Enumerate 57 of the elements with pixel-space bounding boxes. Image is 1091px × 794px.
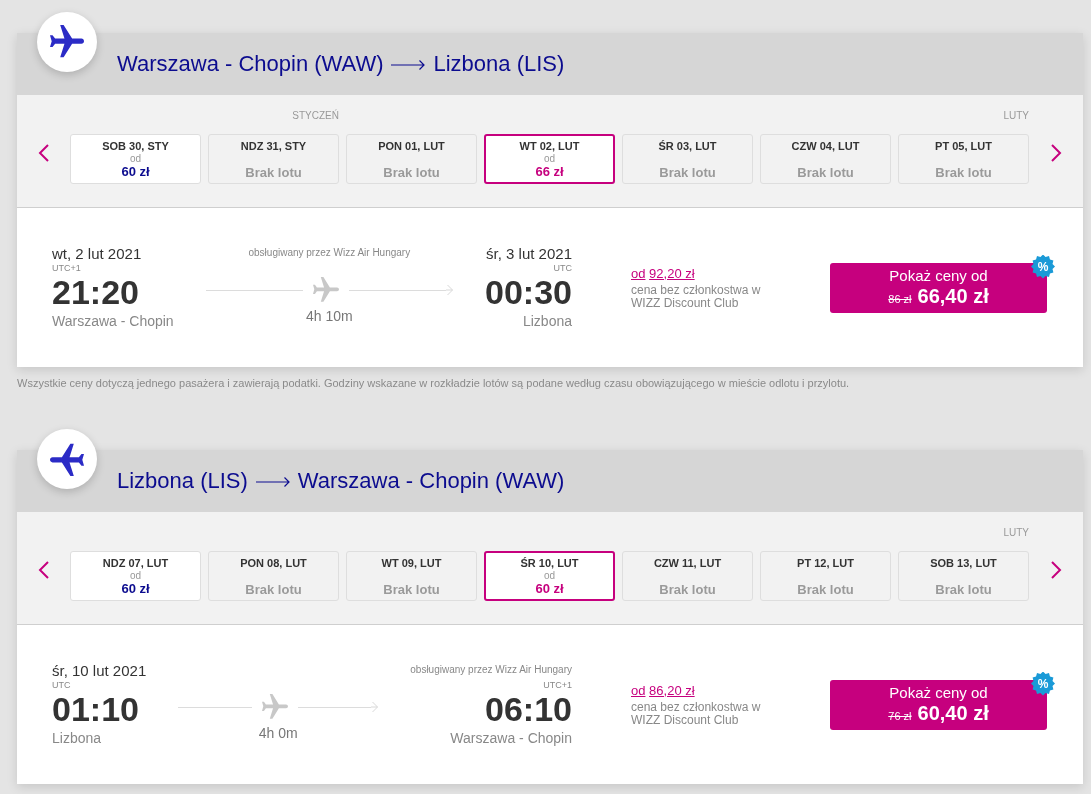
arrival-timezone: UTC+1 [543,680,572,691]
route-origin: Lizbona (LIS) [117,468,248,494]
duration-text: 4h 0m [258,725,298,742]
long-arrow-icon [391,59,426,71]
arrival-date: śr, 3 lut 2021 [486,245,572,263]
arrival-airport: Lizbona [522,313,572,330]
departure-time: 01:10 [52,691,139,727]
date-tab[interactable]: ŚR 10, LUT od 60 zł [484,551,615,601]
route-destination: Warszawa - Chopin (WAW) [297,468,565,494]
date-tab[interactable]: NDZ 07, LUT od 60 zł [70,551,201,601]
discount-badge: % [1031,671,1055,696]
plane-icon [37,429,97,489]
regular-price-note: cena bez członkostwa w WIZZ Discount Club [631,283,762,310]
date-tab[interactable]: SOB 30, STY od 60 zł [70,134,201,184]
route-origin: Warszawa - Chopin (WAW) [117,51,384,77]
date-tab[interactable]: PT 05, LUT Brak lotu [898,134,1029,184]
regular-price-note: cena bez członkostwa w WIZZ Discount Club [631,700,762,727]
date-tab[interactable]: WT 09, LUT Brak lotu [346,551,477,601]
arrival-airport: Warszawa - Chopin [450,730,572,747]
duration-text: 4h 10m [306,308,353,325]
departure-airport: Lizbona [52,730,102,747]
departure-airport: Warszawa - Chopin [52,313,174,330]
date-tab[interactable]: SOB 13, LUT Brak lotu [898,551,1029,601]
discount-badge: % [1031,254,1055,279]
chevron-left-icon [37,560,50,580]
plane-arrow-icon [205,277,454,303]
date-tab[interactable]: CZW 11, LUT Brak lotu [622,551,753,601]
month-label: LUTY [1003,110,1029,122]
regular-price-link[interactable]: od 86,20 zł [631,682,695,699]
chevron-left-icon [37,143,50,163]
date-tab[interactable]: PT 12, LUT Brak lotu [760,551,891,601]
departure-time: 21:20 [52,274,139,310]
date-tab[interactable]: PON 08, LUT Brak lotu [208,551,339,601]
long-arrow-icon [255,476,290,488]
date-tab[interactable]: PON 01, LUT Brak lotu [346,134,477,184]
operator-text: obsługiwany przez Wizz Air Hungary [248,246,411,259]
arrival-time: 00:30 [485,274,572,310]
month-label: LUTY [1003,527,1029,539]
regular-price-link[interactable]: od 92,20 zł [631,265,695,282]
date-tab[interactable]: CZW 04, LUT Brak lotu [760,134,891,184]
departure-date: śr, 10 lut 2021 [52,662,147,680]
arrival-timezone: UTC [553,263,572,274]
plane-icon [37,12,97,72]
plane-arrow-icon [178,694,379,720]
operator-text: obsługiwany przez Wizz Air Hungary [410,663,572,677]
chevron-right-icon [1050,143,1062,163]
month-label: STYCZEŃ [292,110,339,122]
date-tab[interactable]: WT 02, LUT od 66 zł [484,134,615,184]
chevron-right-icon [1050,560,1062,580]
footnote-text: Wszystkie ceny dotyczą jednego pasażera i zawierają podatki. Godziny wskazane w rozkładzie lotów są podane według czasu obowiązującego w mieście odlotu i przylotu. [17,376,851,390]
date-tab[interactable]: NDZ 31, STY Brak lotu [208,134,339,184]
departure-timezone: UTC [52,680,71,691]
arrival-time: 06:10 [485,691,572,727]
route-destination: Lizbona (LIS) [433,51,565,77]
departure-timezone: UTC+1 [52,263,81,274]
departure-date: wt, 2 lut 2021 [52,245,142,263]
date-tab[interactable]: ŚR 03, LUT Brak lotu [622,134,753,184]
